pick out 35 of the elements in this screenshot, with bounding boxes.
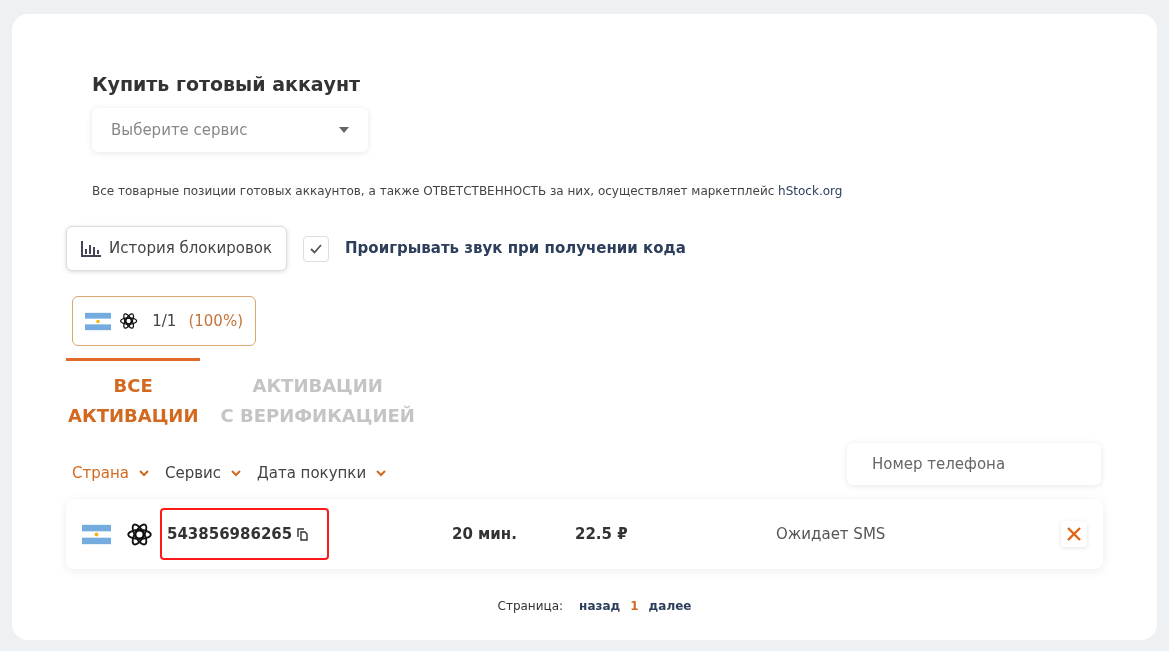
marketplace-link[interactable]: hStock.org [778, 184, 843, 198]
sort-option[interactable]: Страна [72, 461, 149, 485]
sort-option[interactable]: Сервис [164, 461, 241, 485]
sound-option-label: Проигрывать звук при получении кода [345, 238, 686, 260]
checkmark-icon [310, 243, 323, 254]
next-link[interactable]: далее [648, 597, 692, 615]
bar-chart-icon [81, 240, 101, 257]
notice-text: Все товарные позиции готовых аккаунтов, а также ОТВЕТСТВЕННОСТЬ за них, осуществляет маркетплейс hStock.org [92, 183, 844, 200]
time-cell-text: 20 мин. [452, 523, 518, 545]
copy-icon[interactable] [297, 527, 309, 541]
summary-chip[interactable]: 1/1 (100%) [72, 296, 256, 346]
prev-link[interactable]: назад [579, 597, 621, 615]
status-cell-text: Ожидает SMS [776, 523, 886, 545]
page-label: Страница: [497, 598, 564, 615]
page-title: Купить готовый аккаунт [92, 72, 362, 97]
select-placeholder: Выберите сервис [111, 119, 248, 141]
history-button[interactable]: История блокировок [66, 226, 288, 271]
count-text: 1/1 [152, 310, 177, 332]
dropdown-arrow-icon [339, 127, 349, 133]
chevron-icon [376, 469, 387, 477]
tab[interactable]: ВСЕ АКТИВАЦИИ [66, 358, 201, 433]
price-cell-text: 22.5 ₽ [575, 523, 629, 545]
phone-number: 543856986265 [167, 523, 293, 545]
page-number[interactable]: 1 [630, 597, 639, 615]
sound-checkbox[interactable] [303, 235, 330, 262]
percent-text: (100%) [188, 310, 243, 332]
service-select[interactable]: Выберите сервис [92, 108, 368, 152]
cancel-button[interactable] [1061, 521, 1087, 547]
close-icon [1067, 527, 1081, 541]
chevron-icon [138, 469, 149, 477]
sort-option[interactable]: Дата покупки [257, 461, 387, 485]
phone-field[interactable]: Номер телефона [847, 443, 1101, 485]
chevron-icon [231, 469, 241, 477]
flag-icon [85, 311, 111, 331]
flag-icon [82, 523, 111, 545]
